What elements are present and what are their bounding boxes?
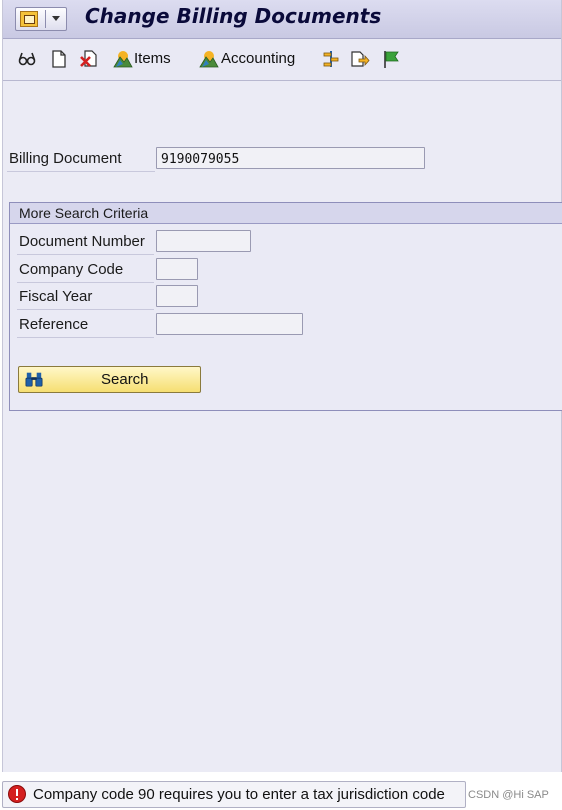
glasses-display-icon[interactable]	[17, 49, 37, 69]
document-number-input[interactable]	[156, 230, 251, 252]
title-bar: Change Billing Documents	[3, 0, 561, 39]
new-document-icon[interactable]	[49, 49, 69, 69]
items-button[interactable]: Items	[134, 50, 171, 67]
settings-tree-icon[interactable]	[321, 49, 341, 69]
system-menu-button[interactable]	[15, 7, 67, 31]
document-number-label: Document Number	[19, 233, 145, 250]
binoculars-icon	[25, 372, 43, 387]
mountain-accounting-icon[interactable]	[199, 49, 219, 69]
reference-input[interactable]	[156, 313, 303, 335]
billing-document-input[interactable]	[156, 147, 425, 169]
copy-forward-icon[interactable]	[350, 49, 370, 69]
search-button-label: Search	[101, 371, 149, 388]
chevron-down-icon	[52, 16, 60, 21]
label-underline	[17, 309, 154, 310]
status-bar[interactable]: Company code 90 requires you to enter a …	[2, 781, 466, 808]
group-title: More Search Criteria	[19, 205, 149, 221]
label-underline	[17, 337, 154, 338]
green-flag-icon[interactable]	[381, 49, 401, 69]
menu-separator	[45, 10, 46, 28]
label-underline	[17, 254, 154, 255]
reference-label: Reference	[19, 316, 89, 333]
application-toolbar: Items Accounting	[3, 39, 561, 81]
search-button[interactable]: Search	[18, 366, 201, 393]
watermark: CSDN @Hi SAP	[468, 789, 549, 801]
cancel-document-icon[interactable]	[79, 49, 99, 69]
sap-screen: Change Billing Documents Items Accountin…	[2, 0, 562, 772]
label-underline	[17, 282, 154, 283]
mountain-items-icon[interactable]	[113, 49, 133, 69]
fiscal-year-input[interactable]	[156, 285, 198, 307]
group-header: More Search Criteria	[10, 203, 562, 224]
menu-icon	[20, 11, 38, 27]
billing-document-label: Billing Document	[9, 150, 122, 167]
accounting-button[interactable]: Accounting	[221, 50, 295, 67]
error-icon	[8, 785, 26, 803]
fiscal-year-label: Fiscal Year	[19, 288, 93, 305]
label-underline	[7, 171, 155, 172]
page-title: Change Billing Documents	[85, 4, 382, 28]
company-code-label: Company Code	[19, 261, 124, 278]
status-message: Company code 90 requires you to enter a …	[33, 786, 445, 803]
company-code-input[interactable]	[156, 258, 198, 280]
